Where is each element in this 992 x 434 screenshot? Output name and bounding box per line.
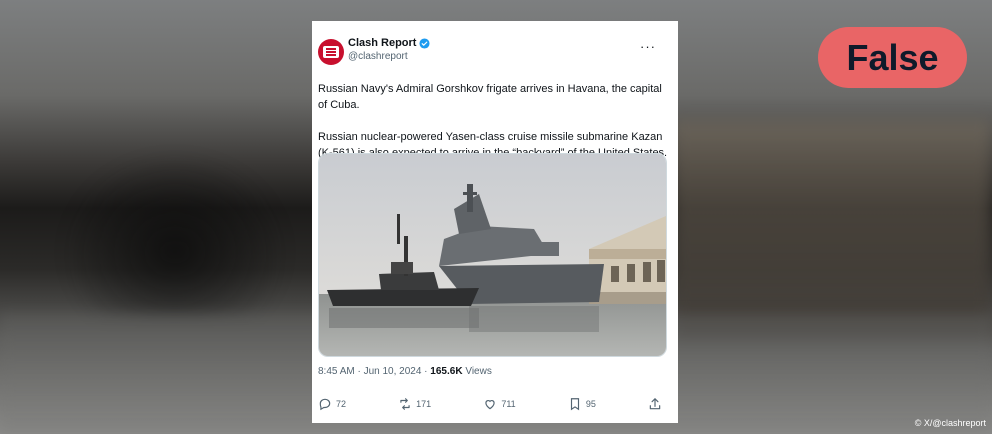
author-handle[interactable]: @clashreport (348, 50, 430, 63)
repost-count: 171 (416, 399, 432, 409)
background-building (672, 120, 992, 340)
repost-icon (400, 398, 410, 410)
bookmark-count: 95 (585, 399, 596, 409)
fact-check-verdict-badge: False (818, 27, 967, 88)
author-names: Clash Report @clashreport (348, 37, 431, 63)
frigate-photo (319, 154, 666, 356)
share-icon (649, 398, 661, 410)
clash-report-logo-icon (323, 46, 339, 58)
heart-icon (485, 400, 495, 410)
verified-badge-icon (419, 38, 431, 49)
views-label: Views (462, 366, 492, 377)
views-count: 165.6K (430, 366, 463, 377)
display-name[interactable]: Clash Report (348, 37, 416, 50)
like-count: 711 (501, 399, 516, 409)
reply-icon (319, 398, 331, 411)
share-button[interactable] (648, 397, 666, 411)
reply-button[interactable]: 72 (318, 397, 346, 411)
tweet-media-image[interactable] (318, 153, 667, 357)
reply-count: 72 (336, 399, 347, 409)
tweet-card: Clash Report @clashreport ··· Russian Na… (312, 21, 678, 423)
image-credit: © X/@clashreport (914, 418, 986, 428)
tweet-timestamp[interactable]: 8:45 AM · Jun 10, 2024 · (318, 366, 430, 377)
tweet-header: Clash Report @clashreport ··· (318, 37, 666, 69)
background-ship (60, 150, 290, 320)
repost-button[interactable]: 171 (398, 397, 431, 411)
tweet-meta: 8:45 AM · Jun 10, 2024 · 165.6K Views (318, 366, 492, 377)
more-options-icon[interactable]: ··· (640, 39, 656, 54)
tweet-text: Russian Navy's Admiral Gorshkov frigate … (318, 81, 670, 161)
bookmark-icon (570, 398, 579, 411)
bookmark-button[interactable]: 95 (568, 397, 596, 411)
tweet-actions: 72 171 711 95 (318, 396, 666, 412)
display-name-row: Clash Report (348, 37, 431, 50)
avatar[interactable] (318, 39, 344, 65)
like-button[interactable]: 711 (483, 397, 516, 411)
tweet-paragraph: Russian Navy's Admiral Gorshkov frigate … (318, 83, 662, 111)
